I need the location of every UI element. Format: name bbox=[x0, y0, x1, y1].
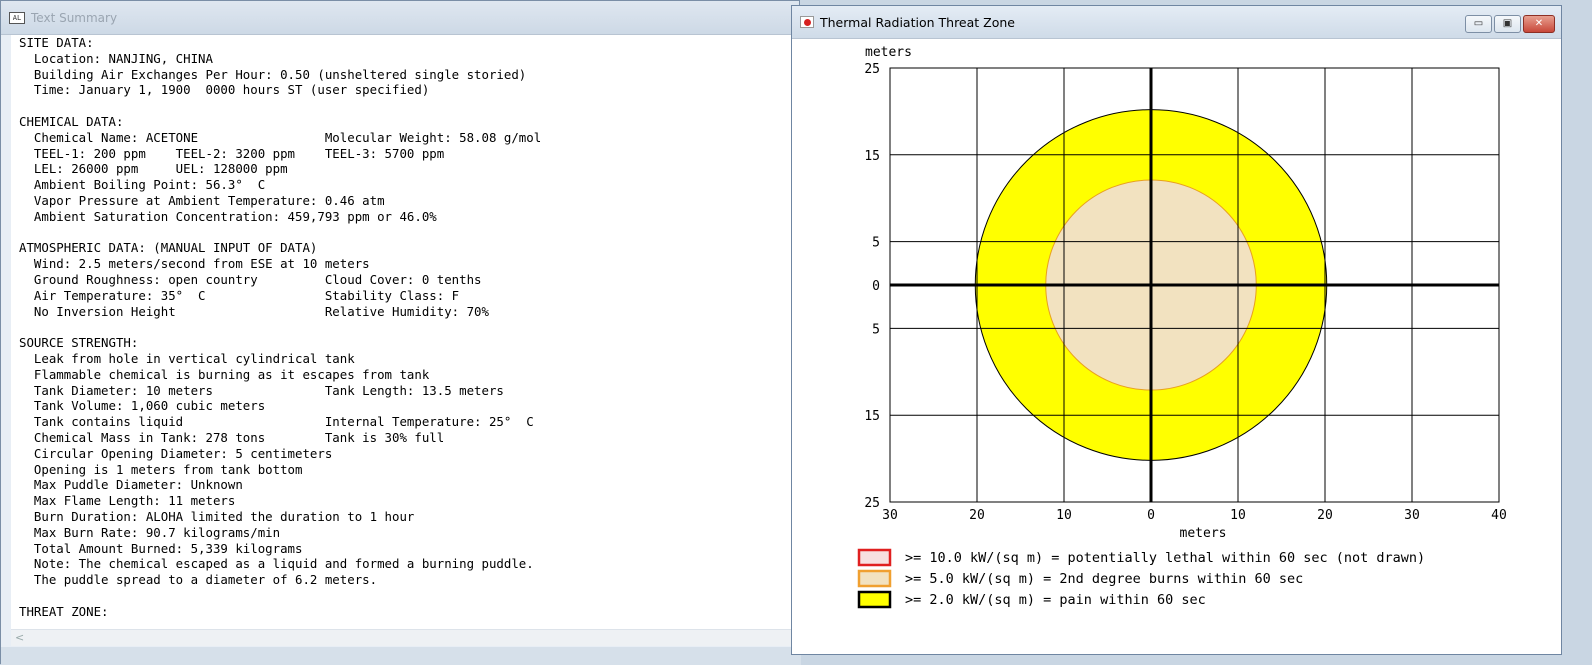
x-tick-label: 30 bbox=[882, 508, 898, 523]
summary-line: Location: NANJING, CHINA bbox=[19, 50, 213, 66]
summary-line: THREAT ZONE: bbox=[19, 603, 109, 619]
summary-line: Total Amount Burned: 5,339 kilograms bbox=[19, 540, 303, 556]
x-tick-label: 10 bbox=[1230, 508, 1246, 523]
text-summary-content[interactable]: SITE DATA: Location: NANJING, CHINA Buil… bbox=[11, 35, 791, 629]
summary-line: Flammable chemical is burning as it esca… bbox=[19, 366, 430, 382]
summary-line: Opening is 1 meters from tank bottom bbox=[19, 461, 303, 477]
legend-swatch bbox=[857, 569, 892, 588]
threat-zone-chart: 30 20 10 0 10 20 30 40 25 15 5 0 5 15 25 meters meters >=… bbox=[857, 45, 1507, 609]
horizontal-scrollbar[interactable]: < bbox=[11, 629, 791, 646]
summary-line: Max Flame Length: 11 meters bbox=[19, 493, 236, 509]
threat-zone-titlebar[interactable]: Thermal Radiation Threat Zone ▭ ▣ ✕ bbox=[792, 6, 1561, 39]
summary-line: Air Temperature: 35° C Stability Class: … bbox=[19, 287, 460, 303]
summary-line: No Inversion Height Relative Humidity: 7… bbox=[19, 303, 489, 319]
scroll-left-arrow-icon[interactable]: < bbox=[15, 631, 24, 644]
summary-line: TEEL-1: 200 ppm TEEL-2: 3200 ppm TEEL-3:… bbox=[19, 145, 445, 161]
x-tick-label: 0 bbox=[1147, 508, 1155, 523]
summary-line: Tank contains liquid Internal Temperatur… bbox=[19, 414, 534, 430]
x-tick-label: 20 bbox=[969, 508, 985, 523]
summary-line: Time: January 1, 1900 0000 hours ST (use… bbox=[19, 82, 430, 98]
summary-line: Max Burn Rate: 90.7 kilograms/min bbox=[19, 524, 281, 540]
x-tick-label: 20 bbox=[1317, 508, 1333, 523]
text-summary-window: AL Text Summary SITE DATA: Location: NAN… bbox=[0, 0, 801, 665]
summary-line bbox=[19, 319, 783, 335]
y-tick-label: 25 bbox=[864, 496, 880, 511]
y-axis-label: meters bbox=[865, 45, 912, 60]
x-axis-label: meters bbox=[1180, 526, 1227, 541]
threat-zone-icon bbox=[800, 16, 814, 28]
summary-line: CHEMICAL DATA: bbox=[19, 113, 124, 129]
summary-line: Chemical Name: ACETONE Molecular Weight:… bbox=[19, 129, 542, 145]
legend-label: >= 2.0 kW/(sq m) = pain within 60 sec bbox=[905, 592, 1206, 608]
y-tick-label: 25 bbox=[864, 62, 880, 77]
text-summary-titlebar[interactable]: AL Text Summary bbox=[1, 1, 799, 35]
summary-line: ATMOSPHERIC DATA: (MANUAL INPUT OF DATA) bbox=[19, 240, 318, 256]
summary-line: Ambient Saturation Concentration: 459,79… bbox=[19, 208, 437, 224]
legend-label: >= 5.0 kW/(sq m) = 2nd degree burns with… bbox=[905, 571, 1303, 587]
legend-swatch bbox=[857, 548, 892, 567]
summary-line: Note: The chemical escaped as a liquid a… bbox=[19, 556, 534, 572]
aloha-app-icon: AL bbox=[9, 11, 25, 24]
summary-line: Building Air Exchanges Per Hour: 0.50 (u… bbox=[19, 66, 527, 82]
summary-line bbox=[19, 98, 783, 114]
summary-line bbox=[19, 588, 783, 604]
y-tick-label: 15 bbox=[864, 149, 880, 164]
threat-zone-title: Thermal Radiation Threat Zone bbox=[820, 14, 1015, 30]
summary-line: Ground Roughness: open country Cloud Cov… bbox=[19, 271, 482, 287]
threat-zone-window: Thermal Radiation Threat Zone ▭ ▣ ✕ 30 20… bbox=[791, 5, 1562, 655]
summary-line: SOURCE STRENGTH: bbox=[19, 335, 139, 351]
summary-line: Burn Duration: ALOHA limited the duratio… bbox=[19, 508, 415, 524]
summary-line: Wind: 2.5 meters/second from ESE at 10 m… bbox=[19, 256, 370, 272]
legend-swatch bbox=[857, 590, 892, 609]
y-tick-label: 5 bbox=[872, 322, 880, 337]
summary-line: Max Puddle Diameter: Unknown bbox=[19, 477, 243, 493]
summary-line: Ambient Boiling Point: 56.3° C bbox=[19, 177, 266, 193]
maximize-icon[interactable]: ▣ bbox=[1494, 15, 1521, 33]
window-controls: ▭ ▣ ✕ bbox=[1465, 15, 1555, 33]
close-icon[interactable]: ✕ bbox=[1523, 15, 1555, 33]
y-tick-label: 0 bbox=[872, 279, 880, 294]
summary-line: Tank Volume: 1,060 cubic meters bbox=[19, 398, 266, 414]
x-tick-label: 30 bbox=[1404, 508, 1420, 523]
y-tick-label: 15 bbox=[864, 409, 880, 424]
window-bottom-edge bbox=[1, 647, 801, 665]
text-summary-title: Text Summary bbox=[31, 10, 118, 25]
summary-line: Vapor Pressure at Ambient Temperature: 0… bbox=[19, 192, 385, 208]
summary-line: SITE DATA: bbox=[19, 35, 94, 50]
summary-line: LEL: 26000 ppm UEL: 128000 ppm bbox=[19, 161, 288, 177]
y-tick-label: 5 bbox=[872, 236, 880, 251]
summary-line bbox=[19, 225, 783, 241]
summary-line: Leak from hole in vertical cylindrical t… bbox=[19, 350, 355, 366]
summary-line: Tank Diameter: 10 meters Tank Length: 13… bbox=[19, 382, 504, 398]
legend-label: >= 10.0 kW/(sq m) = potentially lethal w… bbox=[905, 550, 1425, 566]
x-tick-label: 10 bbox=[1056, 508, 1072, 523]
summary-line: Chemical Mass in Tank: 278 tons Tank is … bbox=[19, 429, 445, 445]
summary-line: The puddle spread to a diameter of 6.2 m… bbox=[19, 572, 378, 588]
summary-line: Circular Opening Diameter: 5 centimeters bbox=[19, 445, 333, 461]
minimize-icon[interactable]: ▭ bbox=[1465, 15, 1492, 33]
x-tick-label: 40 bbox=[1491, 508, 1507, 523]
